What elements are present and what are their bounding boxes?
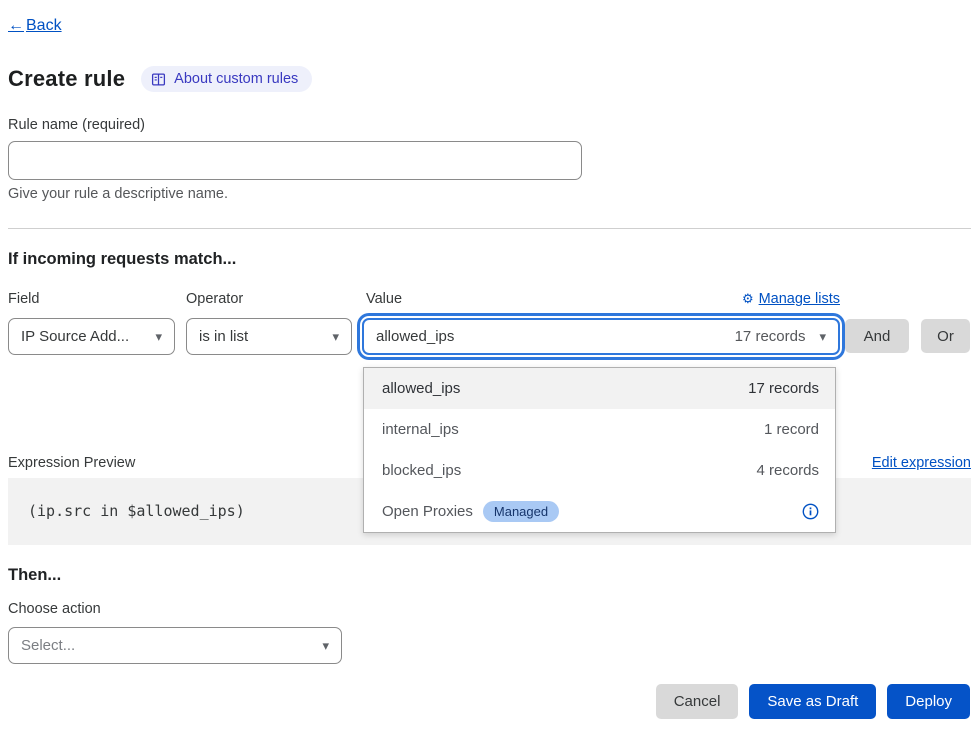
chevron-down-icon: ▾ bbox=[332, 330, 339, 343]
dropdown-option-blocked-ips[interactable]: blocked_ips 4 records bbox=[364, 450, 835, 491]
book-icon bbox=[151, 72, 166, 87]
option-name: internal_ips bbox=[382, 421, 459, 438]
page-title: Create rule bbox=[8, 66, 125, 92]
back-arrow-icon: ← bbox=[8, 17, 24, 34]
value-select-value: allowed_ips bbox=[376, 328, 454, 345]
deploy-button[interactable]: Deploy bbox=[887, 684, 970, 719]
value-dropdown-menu: allowed_ips 17 records internal_ips 1 re… bbox=[363, 367, 836, 533]
info-icon[interactable] bbox=[802, 503, 819, 520]
option-name: Open Proxies bbox=[382, 503, 473, 520]
rule-name-label: Rule name (required) bbox=[8, 117, 145, 133]
option-record-count: 4 records bbox=[756, 462, 819, 479]
section-divider bbox=[8, 228, 971, 229]
back-link[interactable]: ←Back bbox=[8, 17, 62, 35]
dropdown-option-allowed-ips[interactable]: allowed_ips 17 records bbox=[364, 368, 835, 409]
expression-preview-label: Expression Preview bbox=[8, 455, 135, 471]
about-custom-rules-link[interactable]: About custom rules bbox=[141, 66, 312, 92]
then-section-heading: Then... bbox=[8, 566, 61, 585]
chevron-down-icon: ▾ bbox=[322, 639, 329, 652]
value-select-record-count: 17 records bbox=[735, 328, 806, 345]
choose-action-label: Choose action bbox=[8, 601, 101, 617]
field-label: Field bbox=[8, 291, 39, 307]
option-name: allowed_ips bbox=[382, 380, 460, 397]
chevron-down-icon: ▾ bbox=[155, 330, 162, 343]
field-select-value: IP Source Add... bbox=[21, 328, 129, 345]
back-link-label: Back bbox=[26, 17, 62, 34]
value-select[interactable]: allowed_ips 17 records ▾ bbox=[362, 318, 840, 355]
match-section-heading: If incoming requests match... bbox=[8, 250, 236, 269]
dropdown-option-open-proxies[interactable]: Open Proxies Managed bbox=[364, 491, 835, 532]
manage-lists-label: Manage lists bbox=[759, 291, 840, 307]
title-row: Create rule About custom rules bbox=[8, 66, 312, 92]
value-label: Value bbox=[366, 291, 402, 307]
field-select[interactable]: IP Source Add... ▾ bbox=[8, 318, 175, 355]
option-name: blocked_ips bbox=[382, 462, 461, 479]
managed-badge: Managed bbox=[483, 501, 559, 522]
cancel-button[interactable]: Cancel bbox=[656, 684, 739, 719]
rule-name-helper-text: Give your rule a descriptive name. bbox=[8, 186, 228, 202]
action-select[interactable]: Select... ▾ bbox=[8, 627, 342, 664]
option-record-count: 17 records bbox=[748, 380, 819, 397]
operator-select[interactable]: is in list ▾ bbox=[186, 318, 352, 355]
operator-label: Operator bbox=[186, 291, 243, 307]
edit-expression-link[interactable]: Edit expression bbox=[872, 455, 971, 471]
and-button[interactable]: And bbox=[845, 319, 909, 353]
about-custom-rules-label: About custom rules bbox=[174, 71, 298, 87]
save-as-draft-button[interactable]: Save as Draft bbox=[749, 684, 876, 719]
footer-actions: Cancel Save as Draft Deploy bbox=[656, 684, 970, 719]
operator-select-value: is in list bbox=[199, 328, 248, 345]
gear-icon: ⚙ bbox=[742, 291, 754, 307]
action-select-placeholder: Select... bbox=[21, 637, 75, 654]
manage-lists-link[interactable]: ⚙ Manage lists bbox=[742, 291, 840, 307]
or-button[interactable]: Or bbox=[921, 319, 970, 353]
dropdown-option-internal-ips[interactable]: internal_ips 1 record bbox=[364, 409, 835, 450]
option-record-count: 1 record bbox=[764, 421, 819, 438]
chevron-down-icon: ▾ bbox=[819, 330, 826, 343]
rule-name-input[interactable] bbox=[8, 141, 582, 180]
create-rule-page: ←Back Create rule About custom rules Rul… bbox=[0, 0, 979, 739]
expression-code: (ip.src in $allowed_ips) bbox=[28, 502, 245, 520]
